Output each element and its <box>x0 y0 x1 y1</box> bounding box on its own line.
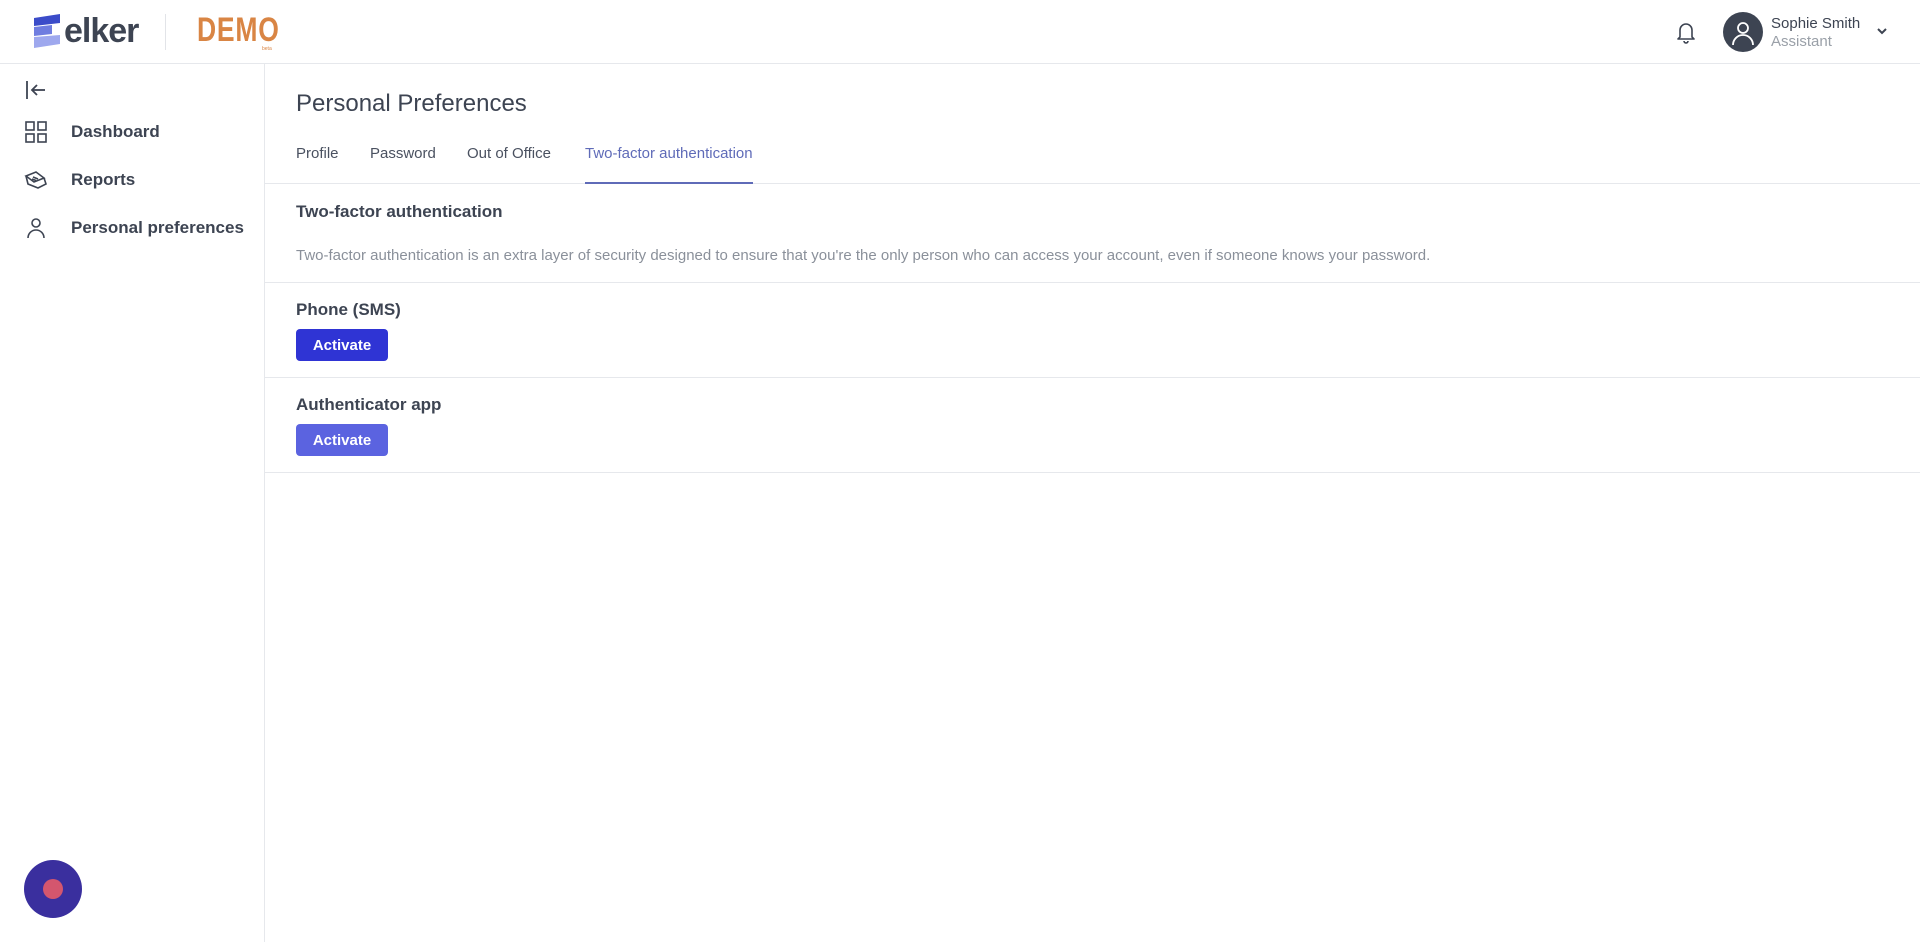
top-bar: elker DEMO beta Sophie Smith Assistant <box>0 0 1920 64</box>
method-title: Phone (SMS) <box>296 300 401 319</box>
reports-icon <box>24 171 47 189</box>
method-authenticator-app: Authenticator app Activate <box>265 378 1920 473</box>
sidebar-item-label: Dashboard <box>71 122 160 141</box>
tab-bar: Profile Password Out of Office Two-facto… <box>265 140 1920 184</box>
elker-logo-mark-icon <box>34 14 60 48</box>
sidebar: Dashboard Reports Personal preferences <box>0 64 265 942</box>
sidebar-item-label: Reports <box>71 170 136 189</box>
two-factor-section-header: Two-factor authentication Two-factor aut… <box>265 184 1920 283</box>
sidebar-item-dashboard[interactable]: Dashboard <box>0 112 264 152</box>
main-content: Personal Preferences Profile Password Ou… <box>265 64 1920 942</box>
user-name[interactable]: Sophie Smith <box>1771 15 1860 32</box>
chat-launcher-button[interactable] <box>24 860 82 918</box>
logo-text: elker <box>64 12 139 50</box>
tab-password[interactable]: Password <box>370 140 436 184</box>
section-title: Two-factor authentication <box>296 202 503 221</box>
demo-badge: DEMO <box>197 11 280 49</box>
user-avatar-icon <box>1732 22 1754 46</box>
activate-sms-button[interactable]: Activate <box>296 329 388 361</box>
tab-profile[interactable]: Profile <box>296 140 339 184</box>
logo-divider <box>165 14 166 50</box>
user-role: Assistant <box>1771 33 1832 50</box>
user-icon <box>27 218 45 239</box>
avatar[interactable] <box>1723 12 1763 52</box>
sidebar-item-personal-preferences[interactable]: Personal preferences <box>0 208 264 248</box>
page-title: Personal Preferences <box>296 90 527 117</box>
collapse-sidebar-icon[interactable] <box>24 78 48 102</box>
bell-icon[interactable] <box>1674 19 1698 45</box>
tab-out-of-office[interactable]: Out of Office <box>467 140 551 184</box>
activate-authenticator-button[interactable]: Activate <box>296 424 388 456</box>
sidebar-item-label: Personal preferences <box>71 218 244 237</box>
method-title: Authenticator app <box>296 395 442 414</box>
section-description: Two-factor authentication is an extra la… <box>296 247 1431 264</box>
grid-icon <box>25 121 47 143</box>
chat-dot-icon <box>43 879 63 899</box>
elker-logo[interactable]: elker <box>30 12 139 50</box>
demo-sub-label: beta <box>262 46 272 52</box>
sidebar-item-reports[interactable]: Reports <box>0 160 264 200</box>
chevron-down-icon[interactable] <box>1874 23 1890 39</box>
tab-two-factor-authentication[interactable]: Two-factor authentication <box>585 140 753 184</box>
method-phone-sms: Phone (SMS) Activate <box>265 283 1920 378</box>
